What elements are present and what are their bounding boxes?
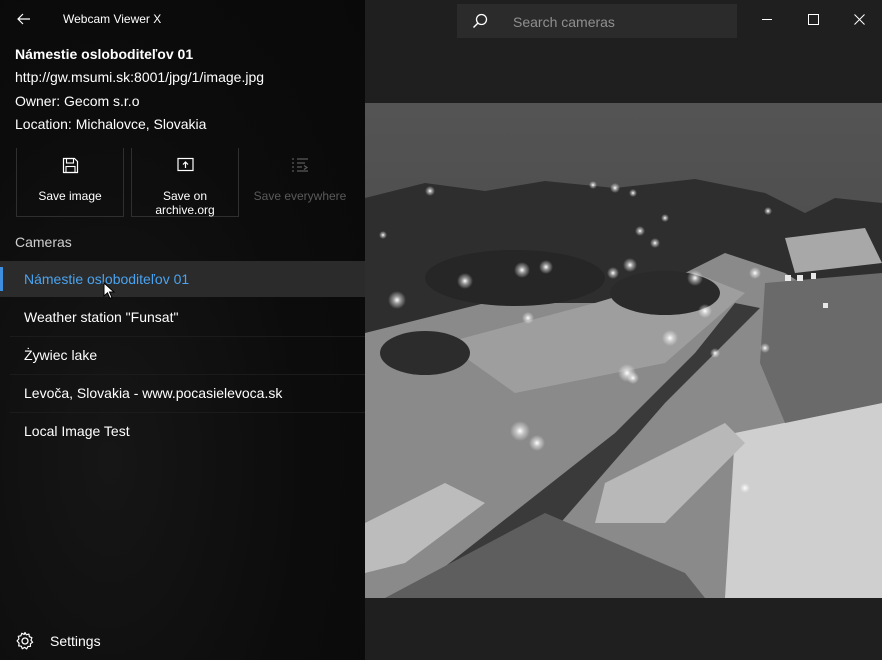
camera-list-item[interactable]: Żywiec lake <box>0 337 365 375</box>
save-everywhere-label: Save everywhere <box>253 189 347 203</box>
save-archive-button[interactable]: Save on archive.org <box>131 148 239 217</box>
webcam-image <box>365 103 882 598</box>
camera-list-item-label: Żywiec lake <box>24 347 98 363</box>
camera-list-item-label: Levoča, Slovakia - www.pocasielevoca.sk <box>24 385 283 401</box>
camera-name: Námestie osloboditeľov 01 <box>15 46 194 62</box>
arrow-left-icon <box>17 13 30 25</box>
minimize-icon <box>761 18 772 20</box>
cameras-section-label: Cameras <box>15 234 72 250</box>
camera-list-item[interactable]: Levoča, Slovakia - www.pocasielevoca.sk <box>0 375 365 413</box>
save-icon <box>62 157 78 174</box>
camera-info: Námestie osloboditeľov 01 http://gw.msum… <box>15 43 264 136</box>
camera-owner: Owner: Gecom s.r.o <box>15 92 140 109</box>
save-archive-label: Save on archive.org <box>155 189 215 217</box>
camera-location: Location: Michalovce, Slovakia <box>15 115 207 132</box>
camera-list-item[interactable]: Weather station "Funsat" <box>0 299 365 337</box>
list-icon <box>292 158 309 172</box>
mouse-cursor-icon <box>103 282 115 299</box>
main-panel: Search cameras <box>365 0 882 660</box>
close-icon <box>853 13 865 25</box>
maximize-icon <box>807 13 819 25</box>
action-bar: Save image Save on archive.org Save ever… <box>16 148 361 218</box>
camera-list-item-label: Local Image Test <box>24 423 130 439</box>
back-button[interactable] <box>10 6 38 32</box>
settings-label: Settings <box>50 633 101 649</box>
minimize-button[interactable] <box>744 0 790 38</box>
search-placeholder: Search cameras <box>513 14 615 30</box>
sidebar: Webcam Viewer X Námestie osloboditeľov 0… <box>0 0 365 660</box>
camera-list-item[interactable]: Námestie osloboditeľov 01 <box>0 261 365 297</box>
close-button[interactable] <box>836 0 882 38</box>
gear-icon <box>16 631 34 650</box>
camera-list: Námestie osloboditeľov 01 Weather statio… <box>0 261 365 451</box>
settings-button[interactable]: Settings <box>0 622 365 660</box>
maximize-button[interactable] <box>790 0 836 38</box>
app-title: Webcam Viewer X <box>63 12 162 26</box>
save-image-button[interactable]: Save image <box>16 148 124 217</box>
camera-list-item-label: Weather station "Funsat" <box>24 309 179 325</box>
webcam-snapshot <box>365 103 882 598</box>
camera-url: http://gw.msumi.sk:8001/jpg/1/image.jpg <box>15 69 265 86</box>
search-icon <box>473 13 488 28</box>
save-everywhere-button[interactable]: Save everywhere <box>246 148 354 217</box>
search-input[interactable]: Search cameras <box>457 4 737 38</box>
upload-icon <box>176 157 194 172</box>
title-bar: Webcam Viewer X <box>0 0 365 38</box>
camera-list-item[interactable]: Local Image Test <box>0 413 365 449</box>
save-image-label: Save image <box>38 189 102 203</box>
